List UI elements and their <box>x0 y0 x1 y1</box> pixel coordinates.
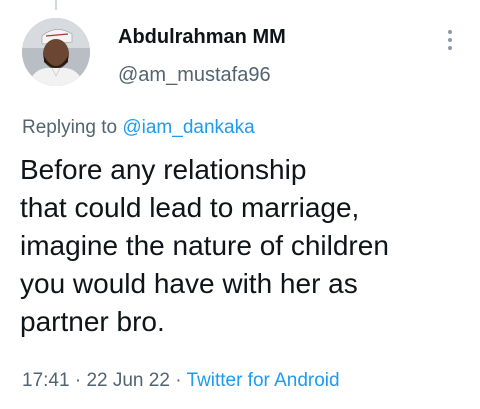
meta-separator: · <box>74 370 82 391</box>
avatar-photo <box>22 18 90 86</box>
more-dot <box>448 46 452 50</box>
meta-separator: · <box>175 370 182 391</box>
more-vertical-icon[interactable] <box>441 26 459 54</box>
tweet-source-link[interactable]: Twitter for Android <box>186 370 339 391</box>
more-dot <box>448 30 452 34</box>
tweet-text-line: that could lead to marriage, <box>20 192 360 223</box>
tweet-time[interactable]: 17:41 <box>22 370 70 391</box>
replying-to-line: Replying to @iam_dankaka <box>22 117 255 139</box>
tweet-text-line: Before any relationship <box>20 154 307 185</box>
user-handle[interactable]: @am_mustafa96 <box>118 64 271 87</box>
tweet-metadata: 17:41 · 22 Jun 22 · Twitter for Android <box>22 370 340 392</box>
thread-connector-line <box>55 0 57 10</box>
tweet-text: Before any relationship that could lead … <box>20 151 470 341</box>
avatar[interactable] <box>22 18 90 86</box>
tweet-text-line: imagine the nature of children <box>20 230 389 261</box>
replying-to-label: Replying to <box>22 117 118 138</box>
reply-mention-link[interactable]: @iam_dankaka <box>122 117 254 138</box>
tweet-text-line: partner bro. <box>20 306 165 337</box>
more-dot <box>448 38 452 42</box>
tweet-date[interactable]: 22 Jun 22 <box>86 370 169 391</box>
user-display-name[interactable]: Abdulrahman MM <box>118 26 286 49</box>
tweet-text-line: you would have with her as <box>20 268 358 299</box>
